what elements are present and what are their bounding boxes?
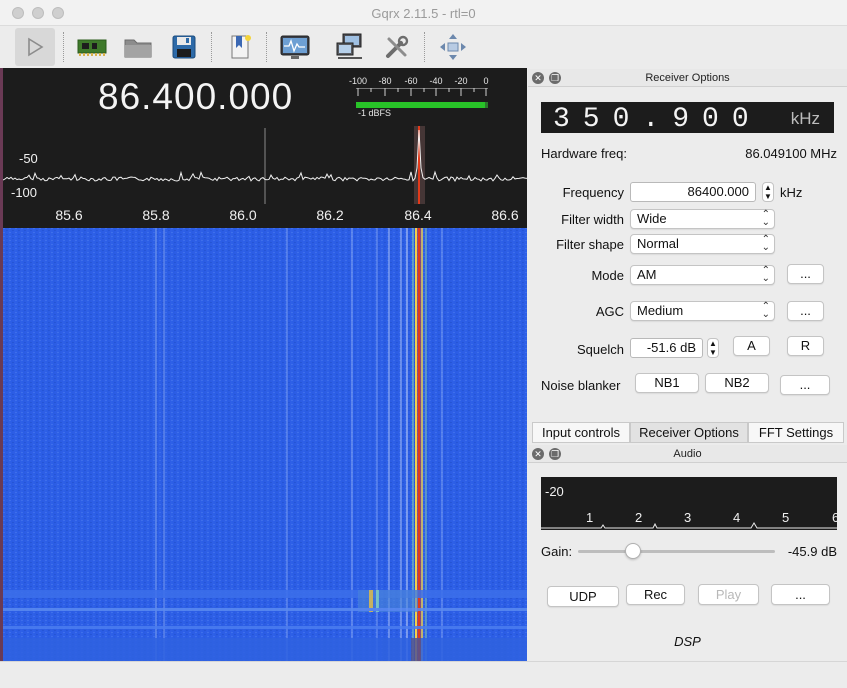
offset-unit: kHz [790,109,820,128]
configure-button[interactable] [377,28,417,66]
record-button[interactable]: Rec [626,584,685,605]
audio-fft-trace [541,522,837,529]
network-computers-icon [336,33,362,59]
receiver-options-header: ✕ ❐ Receiver Options [528,69,847,87]
play-button[interactable]: Play [698,584,759,605]
frequency-label: Frequency [562,185,624,200]
squelch-input[interactable]: -51.6 dB [630,338,703,358]
save-settings-button[interactable] [164,28,204,66]
waterfall-plot[interactable] [3,228,527,661]
frequency-tick: 86.4 [404,207,432,223]
monitor-waveform-icon [280,35,310,59]
gain-label: Gain: [541,544,573,559]
nb2-button[interactable]: NB2 [705,373,769,393]
frequency-unit: kHz [780,185,803,200]
fullscreen-button[interactable] [433,28,473,66]
frequency-tick: 85.8 [142,207,170,223]
chevron-updown-icon: ⌃ ⌄ [761,301,770,320]
frequency-tick: 86.0 [229,207,257,223]
mode-select[interactable]: AM ⌃ ⌄ [630,265,775,285]
chevron-updown-icon: ⌃ ⌄ [761,265,770,284]
squelch-auto-button[interactable]: A [733,336,770,356]
tab-fft-settings[interactable]: FFT Settings [748,422,844,443]
mode-value: AM [637,267,657,282]
squelch-reset-button[interactable]: R [787,336,824,356]
toolbar-separator [424,32,425,62]
hardware-freq-value: 86.049100 MHz [745,146,837,161]
move-arrows-icon [440,34,466,60]
toolbar-separator [266,32,267,62]
agc-value: Medium [637,303,684,318]
mode-options-button[interactable]: ... [787,264,824,284]
squelch-label: Squelch [577,342,624,357]
frequency-tick: 85.6 [55,207,83,223]
fft-settings-button[interactable] [275,28,315,66]
gain-slider-knob[interactable] [625,543,642,559]
hardware-board-icon [77,39,107,56]
gain-slider-track[interactable] [578,550,775,553]
tab-receiver-options[interactable]: Receiver Options [630,422,748,443]
io-devices-button[interactable] [72,28,112,66]
toolbar-separator [63,32,64,62]
tools-icon [386,35,409,58]
agc-label: AGC [595,304,624,319]
chevron-updown-icon: ⌃ ⌄ [761,209,770,228]
frequency-tick: 86.6 [491,207,519,223]
bookmark-book-icon [231,35,251,59]
tab-input-controls[interactable]: Input controls [532,422,630,443]
chevron-updown-icon: ⌃ ⌄ [761,234,770,253]
mode-label: Mode [591,268,624,283]
bookmarks-button[interactable] [220,28,260,66]
toolbar-separator [211,32,212,62]
scope-panel[interactable]: 86.400.000 -100 -80 -60 -40 -20 0 -1 dBF… [3,68,527,661]
audio-header: ✕ ❐ Audio [528,445,847,463]
window-title: Gqrx 2.11.5 - rtl=0 [371,6,476,21]
nb-options-button[interactable]: ... [780,375,830,395]
audio-fft-plot[interactable]: -20 1 2 3 4 5 6 [541,477,837,530]
offset-frequency-display[interactable]: 350.900 kHz [541,102,834,135]
filter-shape-select[interactable]: Normal ⌃ ⌄ [630,234,775,254]
spectrum-plot[interactable]: 86.400.000 -100 -80 -60 -40 -20 0 -1 dBF… [3,68,527,228]
spectrum-trace [3,126,527,204]
filter-shape-label: Filter shape [556,237,624,252]
filter-width-select[interactable]: Wide ⌃ ⌄ [630,209,775,229]
dock-title: Audio [673,448,702,460]
udp-button[interactable]: UDP [547,586,619,607]
nb1-button[interactable]: NB1 [635,373,699,393]
start-dsp-button[interactable] [15,28,55,66]
dock-title: Receiver Options [645,72,730,84]
floppy-disk-icon [172,35,196,59]
open-settings-button[interactable] [118,28,158,66]
agc-options-button[interactable]: ... [787,301,824,321]
filter-width-label: Filter width [561,212,624,227]
audio-options-button[interactable]: ... [771,584,830,605]
offset-digits[interactable]: 350.900 [553,104,762,135]
folder-icon [124,39,152,58]
status-bar [0,661,847,688]
title-bar: Gqrx 2.11.5 - rtl=0 [0,0,847,26]
filter-shape-value: Normal [637,236,679,251]
hardware-freq-label: Hardware freq: [541,146,627,161]
dock-panel: ✕ ❐ Receiver Options 350.900 kHz Hardwar… [528,68,847,661]
agc-select[interactable]: Medium ⌃ ⌄ [630,301,775,321]
filter-width-value: Wide [637,211,667,226]
play-icon [28,37,44,57]
dsp-footer-label: DSP [674,634,701,649]
dock-tabs: Input controls Receiver Options FFT Sett… [528,422,847,443]
squelch-spinner[interactable]: ▲ ▼ [707,338,719,358]
frequency-tick: 86.2 [316,207,344,223]
noise-blanker-label: Noise blanker [541,378,621,393]
frequency-spinner[interactable]: ▲ ▼ [762,182,774,202]
toolbar [0,26,847,68]
gain-value: -45.9 dB [787,544,837,559]
remote-control-button[interactable] [330,28,370,66]
frequency-input[interactable]: 86400.000 [630,182,756,202]
